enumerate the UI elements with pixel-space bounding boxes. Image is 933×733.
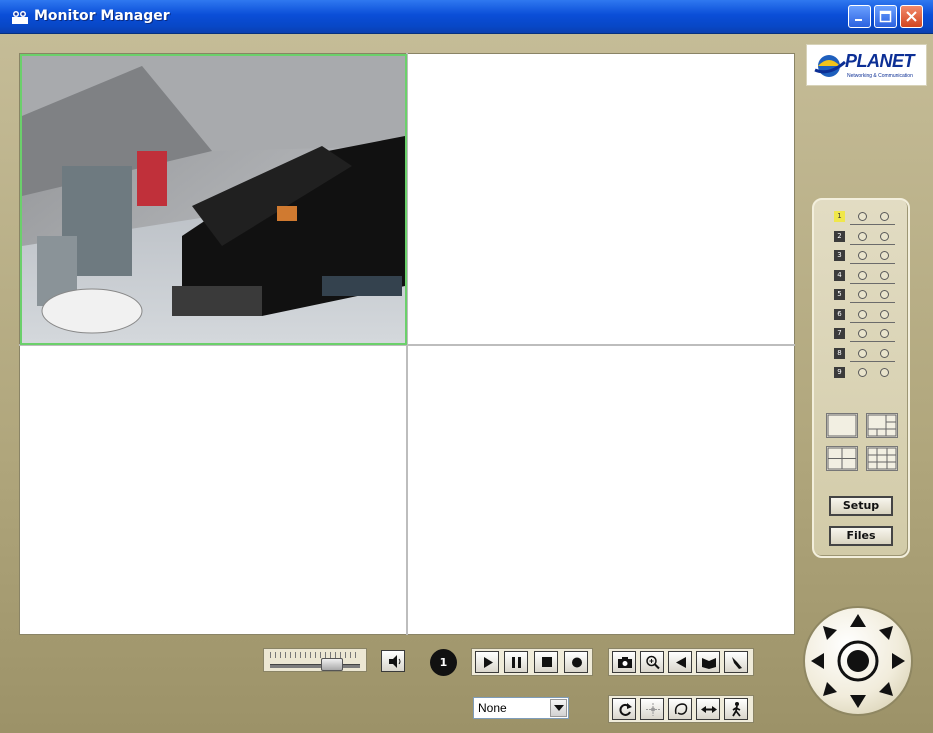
camera-row[interactable]: 2 — [814, 228, 908, 247]
refresh-button[interactable] — [612, 698, 636, 720]
camera-number-badge[interactable]: 9 — [834, 367, 845, 378]
ptz-left-button[interactable] — [811, 653, 824, 669]
files-button[interactable]: Files — [829, 526, 893, 546]
auto-pan-button[interactable] — [668, 698, 692, 720]
maximize-button[interactable] — [874, 5, 897, 28]
title-bar: Monitor Manager — [0, 0, 933, 34]
camera-number-badge[interactable]: 1 — [834, 211, 845, 222]
ptz-down-left-button[interactable] — [823, 682, 837, 696]
layout-1x1-button[interactable] — [826, 413, 858, 438]
camera-row-divider — [850, 341, 895, 342]
preset-select-value: None — [478, 701, 507, 715]
layout-3x3-button[interactable] — [866, 446, 898, 471]
ptz-up-left-button[interactable] — [823, 626, 837, 640]
ptz-down-button[interactable] — [850, 695, 866, 708]
zoom-button[interactable] — [640, 651, 664, 673]
camera-row[interactable]: 3 — [814, 247, 908, 266]
camera-row-divider — [850, 224, 895, 225]
snapshot-button[interactable] — [612, 651, 636, 673]
camera-row-divider — [850, 321, 895, 323]
window-title: Monitor Manager — [34, 8, 170, 24]
camera-number-badge[interactable]: 2 — [834, 230, 845, 242]
camera-row[interactable]: 4 — [814, 267, 908, 286]
play-button[interactable] — [475, 651, 499, 673]
layout-1plus5-button[interactable] — [866, 413, 898, 438]
camera-status-dot[interactable] — [858, 368, 867, 377]
camera-row-divider — [850, 282, 895, 284]
ptz-right-button[interactable] — [892, 653, 905, 669]
minimize-button[interactable] — [848, 5, 871, 28]
camera-row[interactable]: 5 — [814, 286, 908, 305]
camera-record-dot[interactable] — [880, 368, 889, 377]
pen-button[interactable] — [724, 651, 748, 673]
camera-number-badge[interactable]: 6 — [834, 308, 845, 320]
camera-row[interactable]: 6 — [814, 306, 908, 325]
planet-globe-icon — [814, 55, 846, 77]
planet-logo: PLANET Networking & Communication — [806, 44, 927, 86]
focus-button[interactable] — [640, 698, 664, 720]
volume-rail — [270, 664, 360, 668]
volume-slider[interactable] — [263, 648, 367, 672]
audio-out-button[interactable] — [668, 651, 692, 673]
camera-row-divider — [850, 360, 895, 362]
ptz-down-right-button[interactable] — [879, 682, 893, 696]
camera-status-dot[interactable] — [858, 212, 867, 221]
video-cell-4[interactable] — [409, 346, 794, 634]
camera-row[interactable]: 9 — [814, 364, 908, 383]
video-cell-3[interactable] — [20, 346, 406, 634]
camera-number-badge[interactable]: 7 — [834, 328, 845, 339]
camera-row-divider — [850, 263, 895, 264]
camera-status-dot[interactable] — [858, 251, 867, 260]
camera-record-dot[interactable] — [880, 231, 889, 241]
pause-button[interactable] — [504, 651, 528, 673]
camera-record-dot[interactable] — [880, 348, 889, 358]
preset-select[interactable]: None — [473, 697, 569, 719]
camera-feed-image — [22, 56, 405, 343]
ptz-control — [803, 606, 913, 716]
video-cell-1[interactable] — [20, 54, 407, 345]
ptz-up-button[interactable] — [850, 614, 866, 627]
camera-row-divider — [850, 243, 895, 245]
camera-row-divider — [850, 302, 895, 303]
pan-button[interactable] — [696, 698, 720, 720]
logo-subtext: Networking & Communication — [847, 73, 913, 79]
camera-number-badge[interactable]: 3 — [834, 250, 845, 261]
ptz-up-right-button[interactable] — [879, 626, 893, 640]
record-button[interactable] — [564, 651, 588, 673]
logo-text: PLANET — [845, 51, 915, 71]
camera-record-dot[interactable] — [880, 270, 889, 280]
camera-number-badge[interactable]: 5 — [834, 289, 845, 300]
camera-record-dot[interactable] — [880, 309, 889, 319]
video-cell-2[interactable] — [409, 54, 794, 344]
chevron-down-icon[interactable] — [550, 699, 567, 717]
camera-panel: 1 2 3 4 5 6 7 8 9 Setup Files — [812, 198, 910, 558]
camera-record-dot[interactable] — [880, 290, 889, 299]
camera-status-dot[interactable] — [858, 270, 867, 280]
camera-row[interactable]: 1 — [814, 208, 908, 227]
camera-record-dot[interactable] — [880, 329, 889, 338]
volume-slider-thumb[interactable] — [321, 658, 343, 671]
motion-button[interactable] — [724, 698, 748, 720]
camera-number-badge[interactable]: 4 — [834, 269, 845, 281]
camera-number-badge[interactable]: 8 — [834, 347, 845, 359]
speaker-button[interactable] — [381, 650, 405, 672]
book-button[interactable] — [696, 651, 720, 673]
camera-status-dot[interactable] — [858, 329, 867, 338]
app-icon — [10, 9, 30, 25]
camera-record-dot[interactable] — [880, 251, 889, 260]
camera-row[interactable]: 7 — [814, 325, 908, 344]
ptz-home-button[interactable] — [847, 650, 869, 672]
channel-indicator: 1 — [430, 649, 457, 676]
layout-2x2-button[interactable] — [826, 446, 858, 471]
camera-status-dot[interactable] — [858, 309, 867, 319]
close-button[interactable] — [900, 5, 923, 28]
camera-row[interactable]: 8 — [814, 345, 908, 364]
setup-button[interactable]: Setup — [829, 496, 893, 516]
volume-ticks — [270, 652, 360, 658]
camera-status-dot[interactable] — [858, 231, 867, 241]
camera-record-dot[interactable] — [880, 212, 889, 221]
camera-status-dot[interactable] — [858, 348, 867, 358]
stop-button[interactable] — [534, 651, 558, 673]
camera-status-dot[interactable] — [858, 290, 867, 299]
